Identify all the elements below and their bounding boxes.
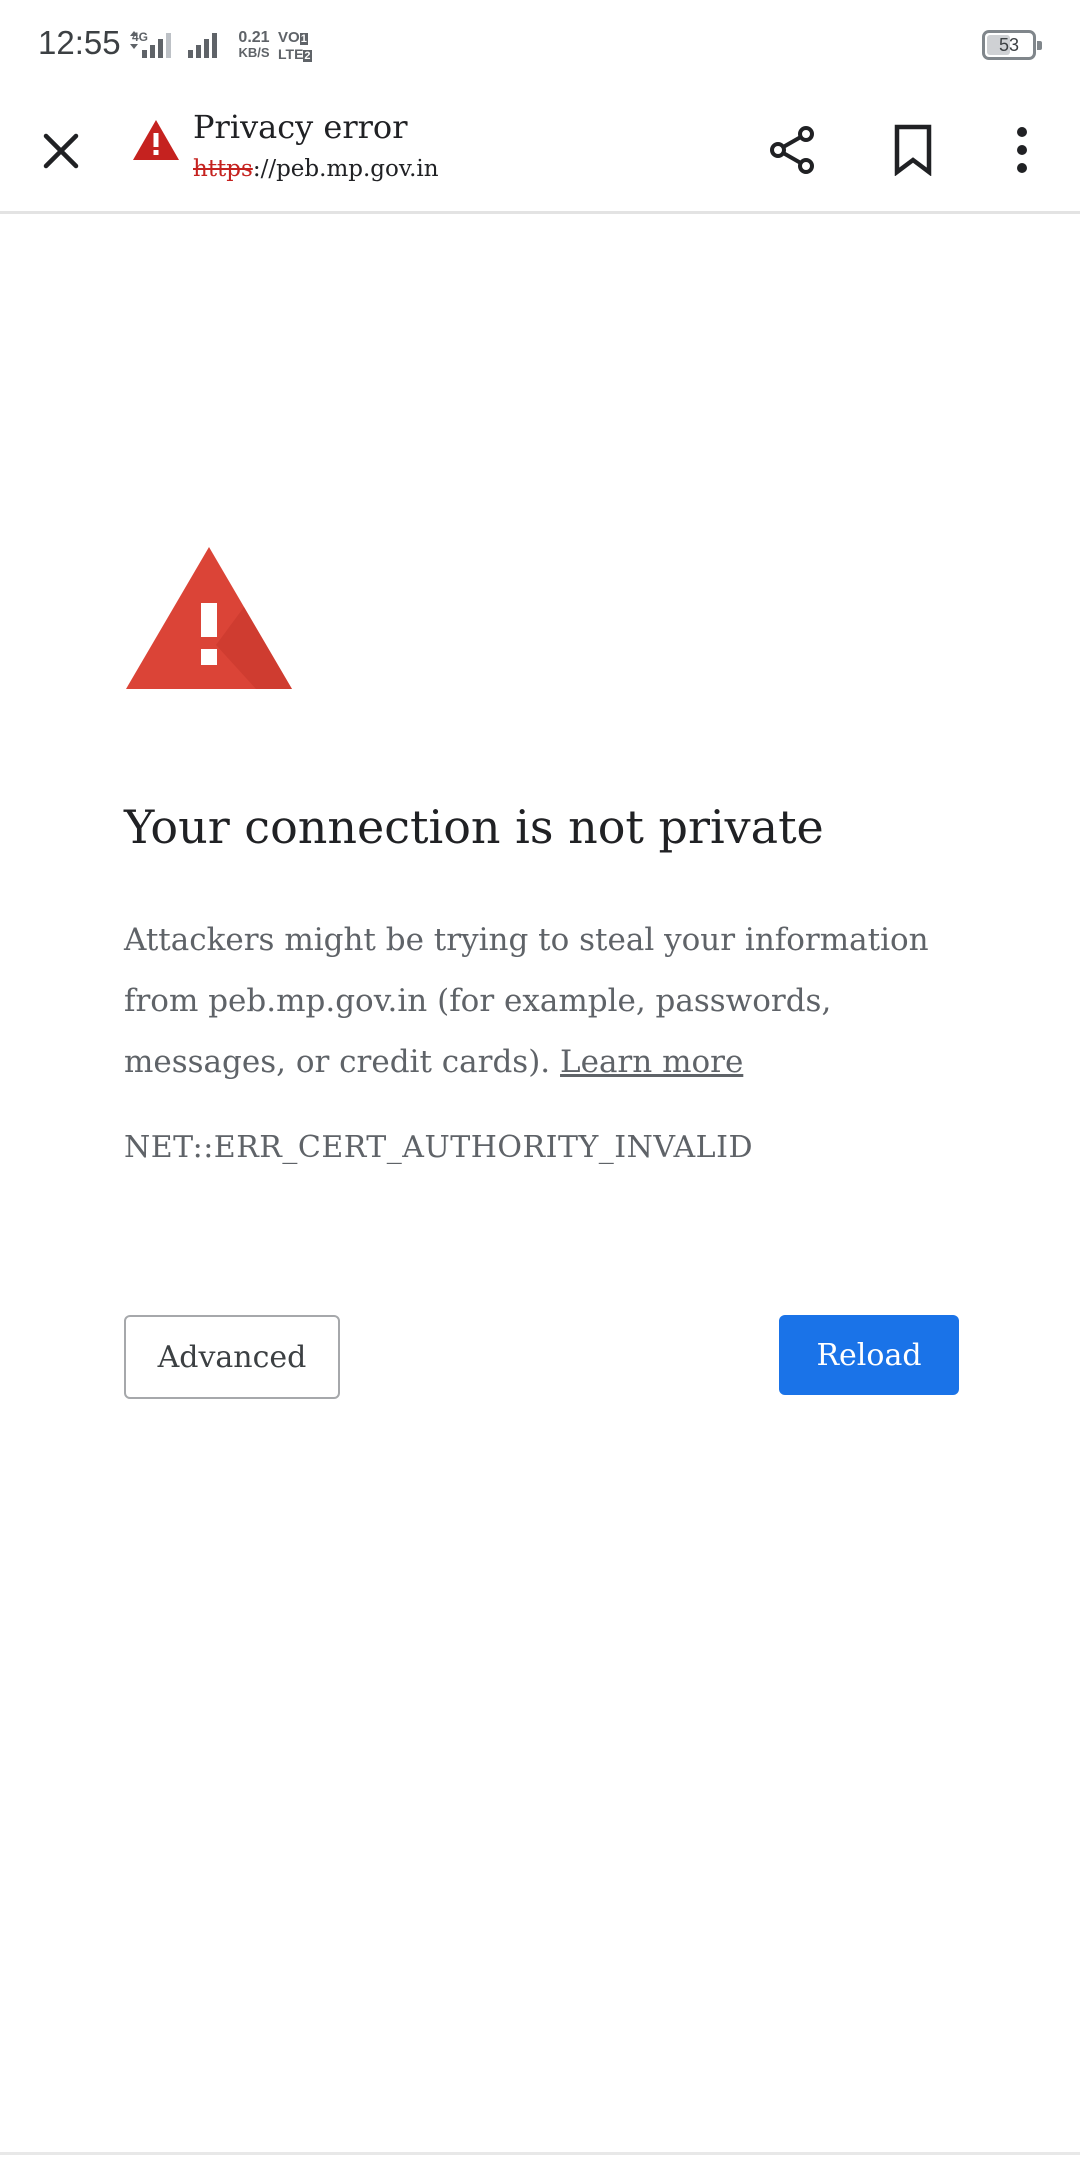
status-bar: 12:55 4G 0.21 KB/S VO1 LTE2 53 (0, 0, 1080, 90)
interstitial-heading: Your connection is not private (124, 800, 824, 854)
signal-strength-sim2-icon (188, 33, 217, 58)
share-button[interactable] (752, 110, 832, 190)
signal-strength-sim1-icon (130, 31, 171, 58)
description-text: Attackers might be trying to steal your … (124, 922, 929, 1080)
close-icon (43, 133, 79, 169)
url-host: ://peb.mp.gov.in (252, 156, 439, 182)
interstitial-description: Attackers might be trying to steal your … (124, 910, 964, 1093)
more-vert-icon (1017, 127, 1027, 173)
more-options-button[interactable] (982, 110, 1062, 190)
learn-more-link[interactable]: Learn more (560, 1044, 743, 1080)
status-time: 12:55 (38, 24, 121, 61)
warning-icon (133, 120, 179, 160)
url-scheme: https (193, 156, 253, 182)
share-icon (770, 126, 814, 174)
reload-button[interactable]: Reload (779, 1315, 959, 1395)
security-warning-button[interactable] (130, 114, 182, 166)
error-code: NET::ERR_CERT_AUTHORITY_INVALID (124, 1130, 753, 1165)
battery-level: 53 (998, 35, 1020, 55)
large-warning-icon (126, 547, 292, 689)
advanced-button[interactable]: Advanced (124, 1315, 340, 1399)
volte-indicator: VO1 LTE2 (278, 29, 312, 62)
bottom-divider (0, 2152, 1080, 2155)
bookmark-icon (894, 124, 932, 176)
network-speed: 0.21 KB/S (238, 29, 270, 61)
browser-toolbar: Privacy error https://peb.mp.gov.in (0, 90, 1080, 214)
battery-icon: 53 (982, 30, 1042, 60)
close-button[interactable] (22, 112, 100, 190)
page-title[interactable]: Privacy error (193, 108, 407, 146)
page-url[interactable]: https://peb.mp.gov.in (193, 156, 439, 182)
bookmark-button[interactable] (873, 110, 953, 190)
